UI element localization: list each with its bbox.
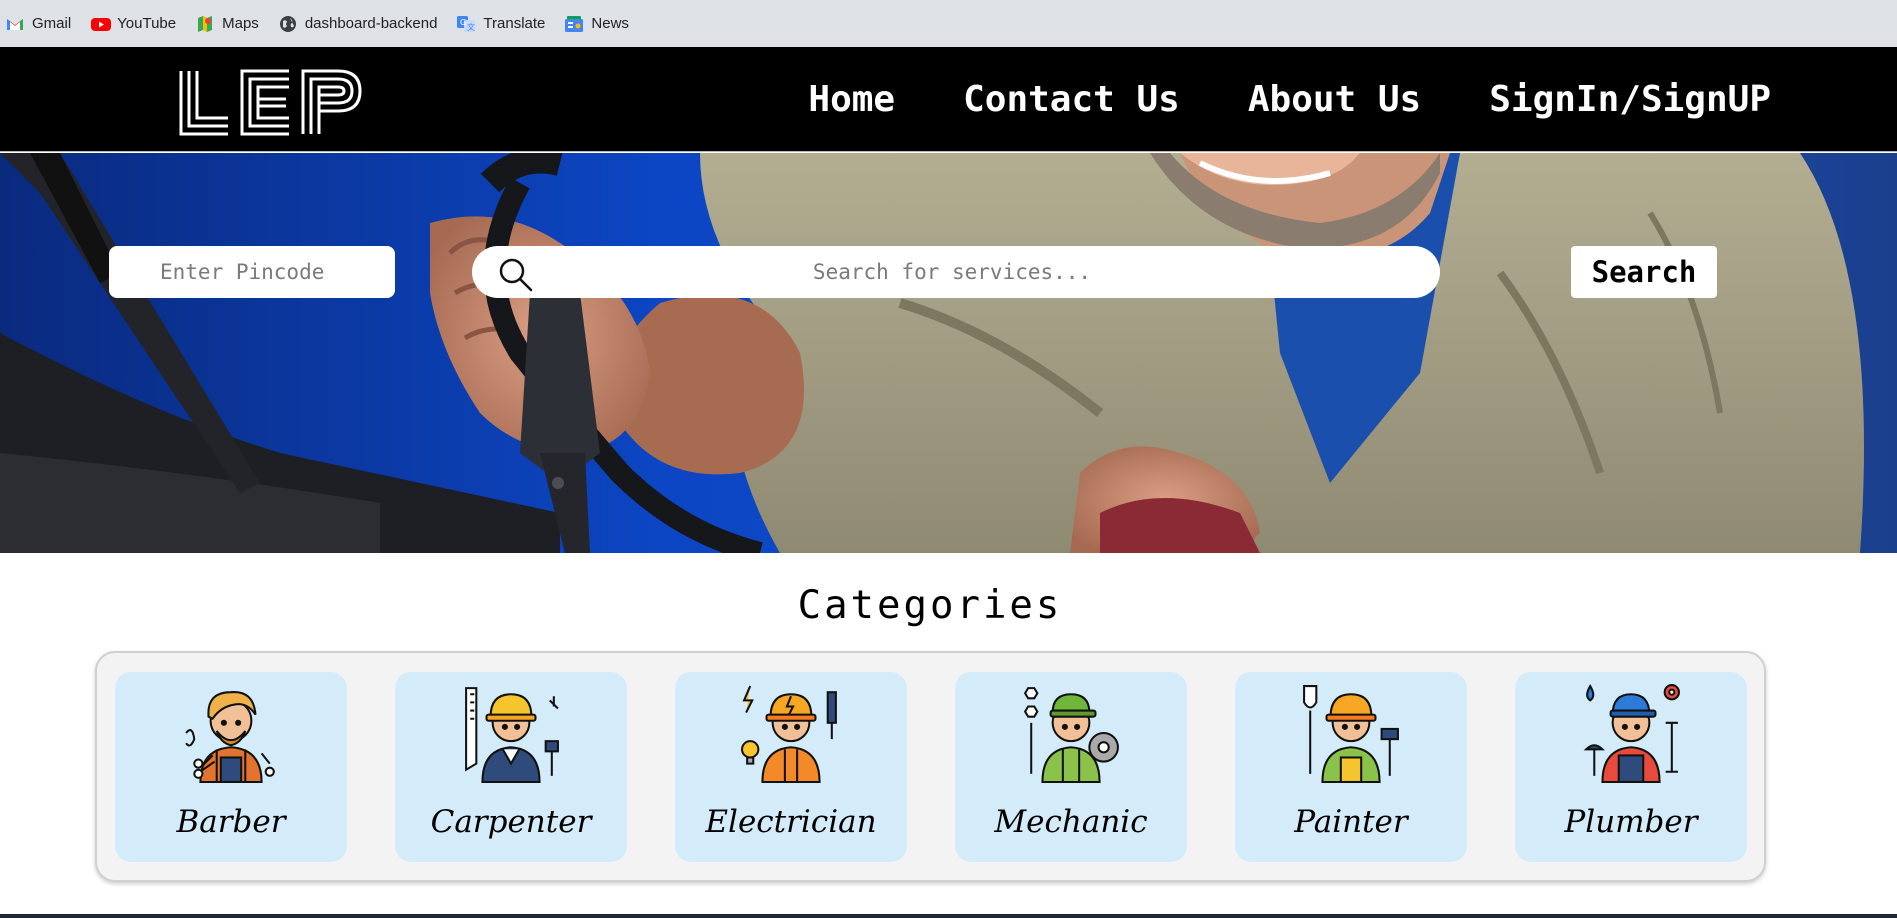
categories-title: Categories: [797, 583, 1063, 628]
category-card-painter[interactable]: Painter: [1235, 672, 1467, 862]
bookmark-label: Maps: [222, 15, 259, 32]
bookmark-label: News: [591, 15, 629, 32]
bookmark-gmail[interactable]: Gmail: [6, 15, 71, 33]
mechanic-hero-image: [0, 153, 1897, 553]
category-card-carpenter[interactable]: Carpenter: [395, 672, 627, 862]
nav-links: Home Contact Us About Us SignIn/SignUP: [740, 47, 1771, 152]
top-nav: Home Contact Us About Us SignIn/SignUP: [0, 47, 1897, 152]
service-search-input[interactable]: [552, 246, 1352, 298]
nav-about-link[interactable]: About Us: [1248, 79, 1421, 120]
bookmark-label: dashboard-backend: [304, 15, 438, 32]
news-icon: [565, 15, 584, 33]
plumber-icon: [1583, 684, 1680, 783]
youtube-icon: [91, 15, 112, 33]
category-label: Carpenter: [430, 804, 592, 840]
bookmark-news[interactable]: News: [565, 15, 629, 33]
category-label: Electrician: [705, 804, 877, 840]
gmail-icon: [6, 15, 24, 33]
globe-icon: [279, 15, 297, 33]
barber-icon: [185, 691, 275, 783]
svg-text:G: G: [460, 18, 466, 27]
nav-contact-link[interactable]: Contact Us: [963, 79, 1180, 120]
bookmark-label: Translate: [483, 15, 546, 32]
category-card-barber[interactable]: Barber: [115, 672, 347, 862]
bookmark-translate[interactable]: G文 Translate: [457, 15, 545, 33]
search-button[interactable]: Search: [1571, 246, 1717, 298]
lep-logo-mark: [179, 69, 362, 136]
maps-icon: [196, 15, 214, 33]
category-label: Barber: [176, 804, 286, 840]
search-icon[interactable]: [498, 257, 534, 297]
category-card-plumber[interactable]: Plumber: [1515, 672, 1747, 862]
bookmark-dashboard-backend[interactable]: dashboard-backend: [279, 15, 438, 33]
service-search-bar[interactable]: [472, 246, 1440, 298]
painter-icon: [1303, 685, 1399, 783]
category-label: Mechanic: [994, 804, 1148, 840]
pincode-input[interactable]: [109, 246, 395, 298]
mechanic-icon: [1023, 687, 1119, 783]
translate-icon: G文: [457, 15, 476, 33]
site-logo[interactable]: [178, 69, 363, 141]
svg-text:文: 文: [467, 22, 475, 32]
carpenter-icon: [465, 687, 559, 783]
footer-edge: [0, 914, 1897, 918]
bookmark-maps[interactable]: Maps: [196, 15, 259, 33]
nav-signin-link[interactable]: SignIn/SignUP: [1489, 79, 1771, 120]
categories-panel: Barber Carpenter Electrician Mechanic Pa…: [95, 651, 1766, 882]
category-card-mechanic[interactable]: Mechanic: [955, 672, 1187, 862]
bookmark-youtube[interactable]: YouTube: [91, 15, 176, 33]
hero-banner: Search: [0, 153, 1897, 553]
bookmark-label: YouTube: [117, 15, 177, 32]
bookmark-label: Gmail: [32, 15, 72, 32]
category-card-electrician[interactable]: Electrician: [675, 672, 907, 862]
category-label: Painter: [1294, 804, 1408, 840]
nav-home-link[interactable]: Home: [808, 79, 895, 120]
category-label: Plumber: [1564, 804, 1698, 840]
electrician-icon: [741, 685, 837, 783]
bookmarks-bar: Gmail YouTube Maps dashboard-backend G文 …: [0, 0, 1897, 47]
